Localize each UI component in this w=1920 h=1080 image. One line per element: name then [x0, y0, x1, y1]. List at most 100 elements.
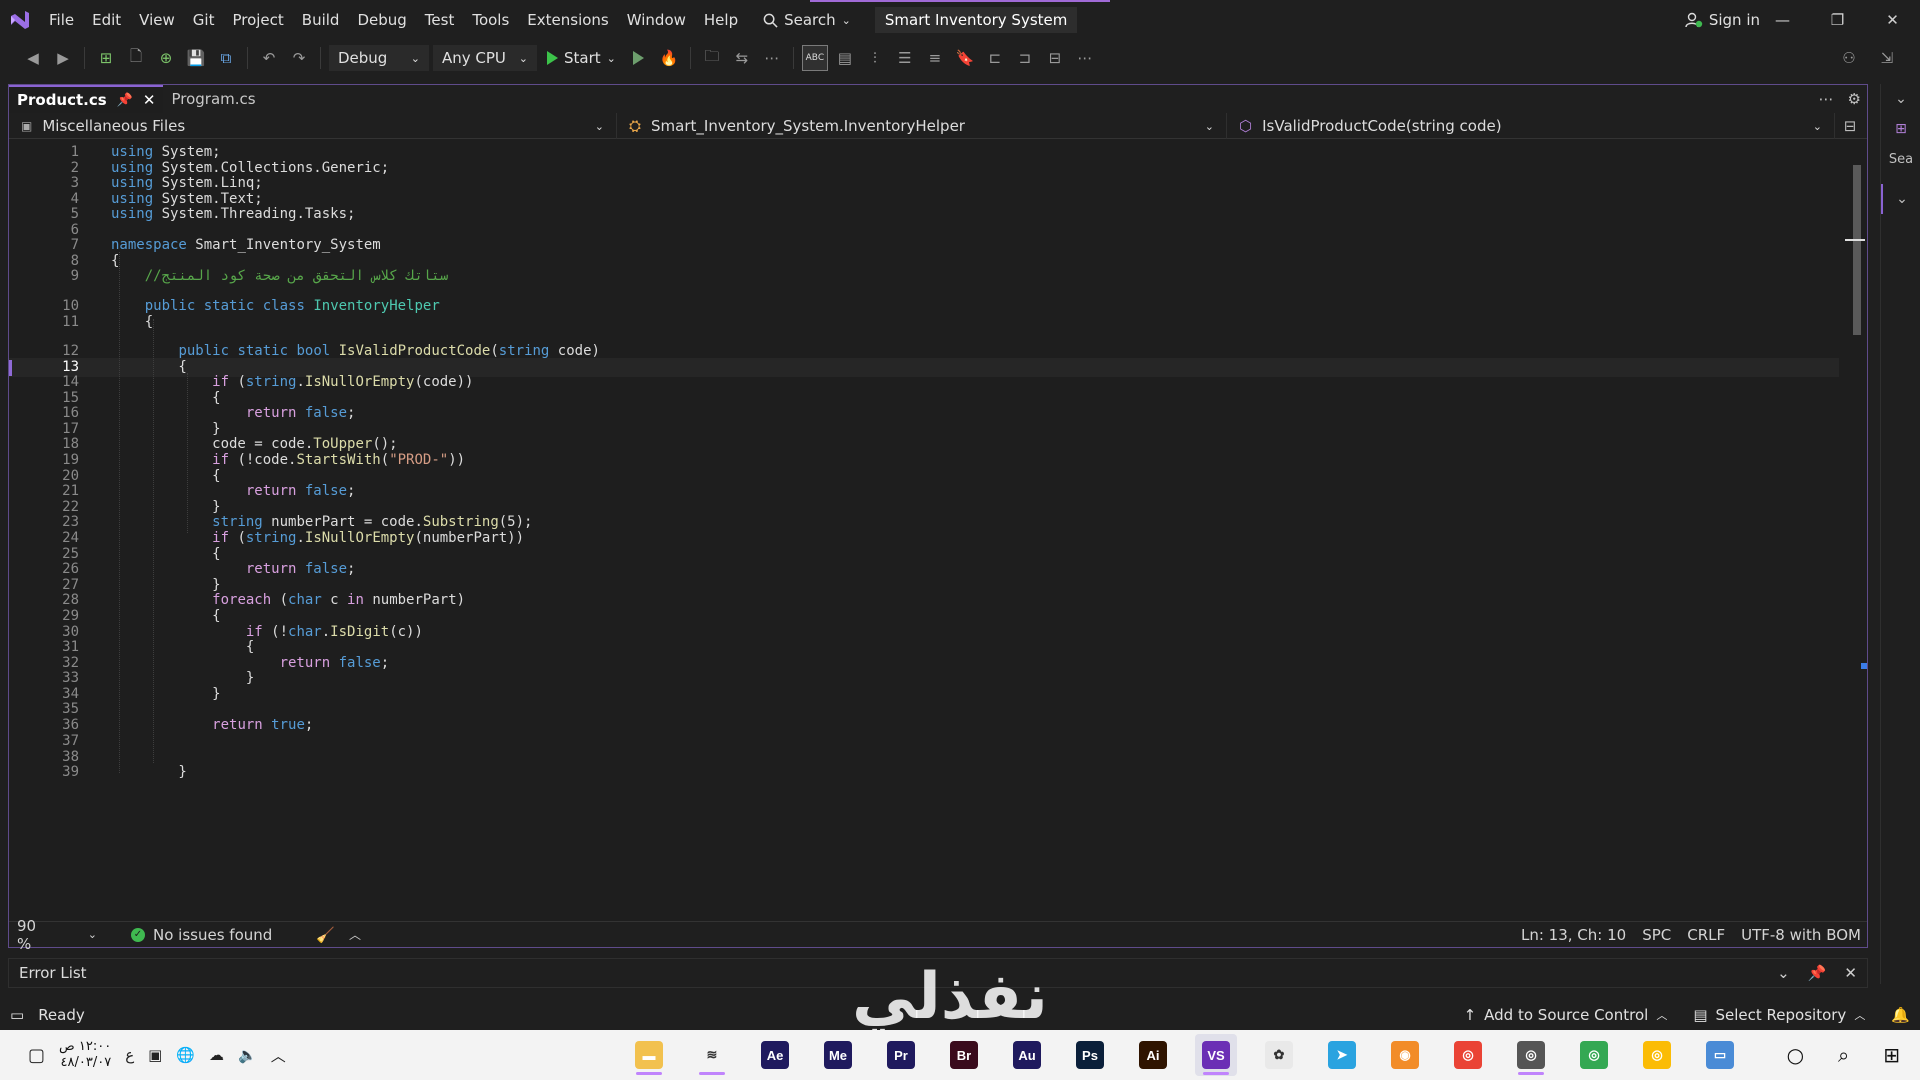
whitespace-mode[interactable]: SPC	[1642, 926, 1671, 944]
chevron-up-icon[interactable]: ︿	[349, 926, 361, 943]
taskbar-app-file-explorer[interactable]: ▬	[628, 1034, 670, 1076]
taskbar-app-settings[interactable]: ✿	[1258, 1034, 1300, 1076]
save-icon[interactable]: 💾	[183, 45, 209, 71]
taskbar-app-visual-studio[interactable]: VS	[1195, 1034, 1237, 1076]
windows-start-icon[interactable]: ⊞	[1883, 1043, 1900, 1067]
navigate-forward-icon[interactable]: ▶	[50, 45, 76, 71]
taskbar-app-chrome[interactable]: ◎	[1447, 1034, 1489, 1076]
hot-reload-icon[interactable]: 🔥	[656, 45, 682, 71]
overflow-icon[interactable]: ⋯	[1072, 45, 1098, 71]
notifications-bell-icon[interactable]: 🔔	[1891, 1006, 1910, 1024]
menu-debug[interactable]: Debug	[348, 0, 415, 40]
browse-folder-icon[interactable]: 🗀	[699, 45, 725, 71]
menu-test[interactable]: Test	[416, 0, 464, 40]
minimize-button[interactable]: —	[1755, 0, 1810, 40]
menu-project[interactable]: Project	[223, 0, 292, 40]
search-pane-tab[interactable]: Sea	[1881, 144, 1920, 174]
chevron-down-icon[interactable]: ⌄	[1881, 184, 1920, 214]
close-icon[interactable]: ✕	[1844, 964, 1857, 982]
pin-icon[interactable]: 📌	[117, 93, 133, 108]
live-share-icon[interactable]: ⇆	[729, 45, 755, 71]
menu-edit[interactable]: Edit	[83, 0, 130, 40]
battery-icon[interactable]: ▣	[148, 1046, 162, 1064]
copilot-icon[interactable]: ⚇	[1836, 45, 1862, 71]
search-icon[interactable]: ⌕	[1838, 1043, 1849, 1067]
clock[interactable]: ١٢:٠٠ ص ٤٨/٠٣/٠٧	[59, 1039, 111, 1071]
type-select[interactable]: ⛭ Smart_Inventory_System.InventoryHelper …	[617, 113, 1227, 139]
close-icon[interactable]: ✕	[143, 91, 156, 109]
pin-icon[interactable]: 📌	[1808, 964, 1827, 982]
project-select[interactable]: ▣ Miscellaneous Files ⌄	[9, 113, 617, 139]
menu-extensions[interactable]: Extensions	[518, 0, 617, 40]
volume-icon[interactable]: 🔈	[238, 1046, 257, 1064]
code-cleanup-icon[interactable]: 🧹	[316, 926, 335, 944]
globe-icon[interactable]: 🌐	[176, 1046, 195, 1064]
taskbar-app-wave[interactable]: ≋	[691, 1034, 733, 1076]
input-language[interactable]: ع	[125, 1046, 134, 1064]
spell-check-icon[interactable]: ABC	[801, 45, 828, 71]
output-icon[interactable]: ▭	[10, 1006, 24, 1024]
overflow-icon[interactable]: ⋯	[759, 45, 785, 71]
menu-help[interactable]: Help	[695, 0, 747, 40]
menu-tools[interactable]: Tools	[463, 0, 518, 40]
solution-platform-select[interactable]: Any CPU ⌄	[433, 45, 537, 71]
taskbar-app-media-encoder[interactable]: Me	[817, 1034, 859, 1076]
file-encoding[interactable]: UTF-8 with BOM	[1741, 926, 1861, 944]
scroll-thumb[interactable]	[1853, 165, 1861, 335]
select-repository-button[interactable]: ▤ Select Repository ︿	[1693, 1006, 1865, 1024]
taskbar-app-chrome-3[interactable]: ◎	[1636, 1034, 1678, 1076]
taskbar-app-bridge[interactable]: Br	[943, 1034, 985, 1076]
issues-indicator[interactable]: ✓ No issues found	[131, 926, 272, 944]
bookmark-icon[interactable]: 🔖	[952, 45, 978, 71]
save-all-icon[interactable]: ⧉	[213, 45, 239, 71]
line-endings[interactable]: CRLF	[1687, 926, 1725, 944]
next-bookmark-icon[interactable]: ⊐	[1012, 45, 1038, 71]
vertical-scrollbar[interactable]	[1845, 143, 1867, 903]
new-project-icon[interactable]: ⊞	[93, 45, 119, 71]
split-editor-icon[interactable]: ⊟	[1835, 113, 1865, 138]
start-debugging-button[interactable]: Start ⌄	[541, 49, 622, 67]
format-document-icon[interactable]: ⫶	[862, 45, 888, 71]
navigate-back-icon[interactable]: ◀	[20, 45, 46, 71]
feedback-icon[interactable]: ⇲	[1874, 45, 1900, 71]
code-line[interactable]: 9 //ستاتك كلاس التحقق من صحة كود المنتج	[9, 267, 1839, 286]
notification-center-icon[interactable]: ▢	[28, 1045, 45, 1066]
network-off-icon[interactable]: ☁	[209, 1046, 224, 1064]
close-window-button[interactable]: ✕	[1865, 0, 1920, 40]
comment-icon[interactable]: ▤	[832, 45, 858, 71]
taskbar-app-after-effects[interactable]: Ae	[754, 1034, 796, 1076]
member-select[interactable]: ⬡ IsValidProductCode(string code) ⌄	[1227, 113, 1835, 139]
gear-icon[interactable]: ⚙	[1848, 90, 1861, 108]
menu-build[interactable]: Build	[293, 0, 349, 40]
redo-icon[interactable]: ↷	[286, 45, 312, 71]
new-file-icon[interactable]: 🗋	[123, 45, 149, 71]
taskbar-app-premiere-rush[interactable]: Pr	[880, 1034, 922, 1076]
previous-bookmark-icon[interactable]: ⊏	[982, 45, 1008, 71]
menu-file[interactable]: File	[40, 0, 83, 40]
indent-icon[interactable]: ≡	[922, 45, 948, 71]
solution-explorer-icon[interactable]: ⊞	[1881, 114, 1920, 144]
taskbar-app-desktop[interactable]: ▭	[1699, 1034, 1741, 1076]
restore-button[interactable]: ❐	[1810, 0, 1865, 40]
menu-git[interactable]: Git	[184, 0, 224, 40]
chevron-down-icon[interactable]: ⌄	[1777, 964, 1790, 982]
cursor-position[interactable]: Ln: 13, Ch: 10	[1521, 926, 1626, 944]
zoom-select[interactable]: 90 % ⌄	[9, 917, 105, 953]
chevron-down-icon[interactable]: ⌄	[1881, 84, 1920, 114]
tab-product-cs[interactable]: Product.cs 📌 ✕	[9, 85, 164, 113]
code-editor[interactable]: 1 using System; 2 using System.Collections.…	[9, 143, 1839, 905]
visual-studio-logo-icon[interactable]	[0, 0, 40, 40]
menu-window[interactable]: Window	[618, 0, 695, 40]
add-item-icon[interactable]: ⊕	[153, 45, 179, 71]
taskbar-app-firefox[interactable]: ◉	[1384, 1034, 1426, 1076]
code-line[interactable]: 11 {	[9, 313, 1839, 332]
overflow-icon[interactable]: ⋯	[1819, 90, 1834, 108]
code-line[interactable]: 39 }	[9, 763, 1839, 782]
solution-configuration-select[interactable]: Debug ⌄	[329, 45, 429, 71]
outdent-icon[interactable]: ☰	[892, 45, 918, 71]
taskbar-app-chrome-profile[interactable]: ◎	[1510, 1034, 1552, 1076]
taskbar-app-audition[interactable]: Au	[1006, 1034, 1048, 1076]
taskbar-app-chrome-2[interactable]: ◎	[1573, 1034, 1615, 1076]
tab-program-cs[interactable]: Program.cs	[163, 85, 263, 113]
taskbar-app-telegram[interactable]: ➤	[1321, 1034, 1363, 1076]
